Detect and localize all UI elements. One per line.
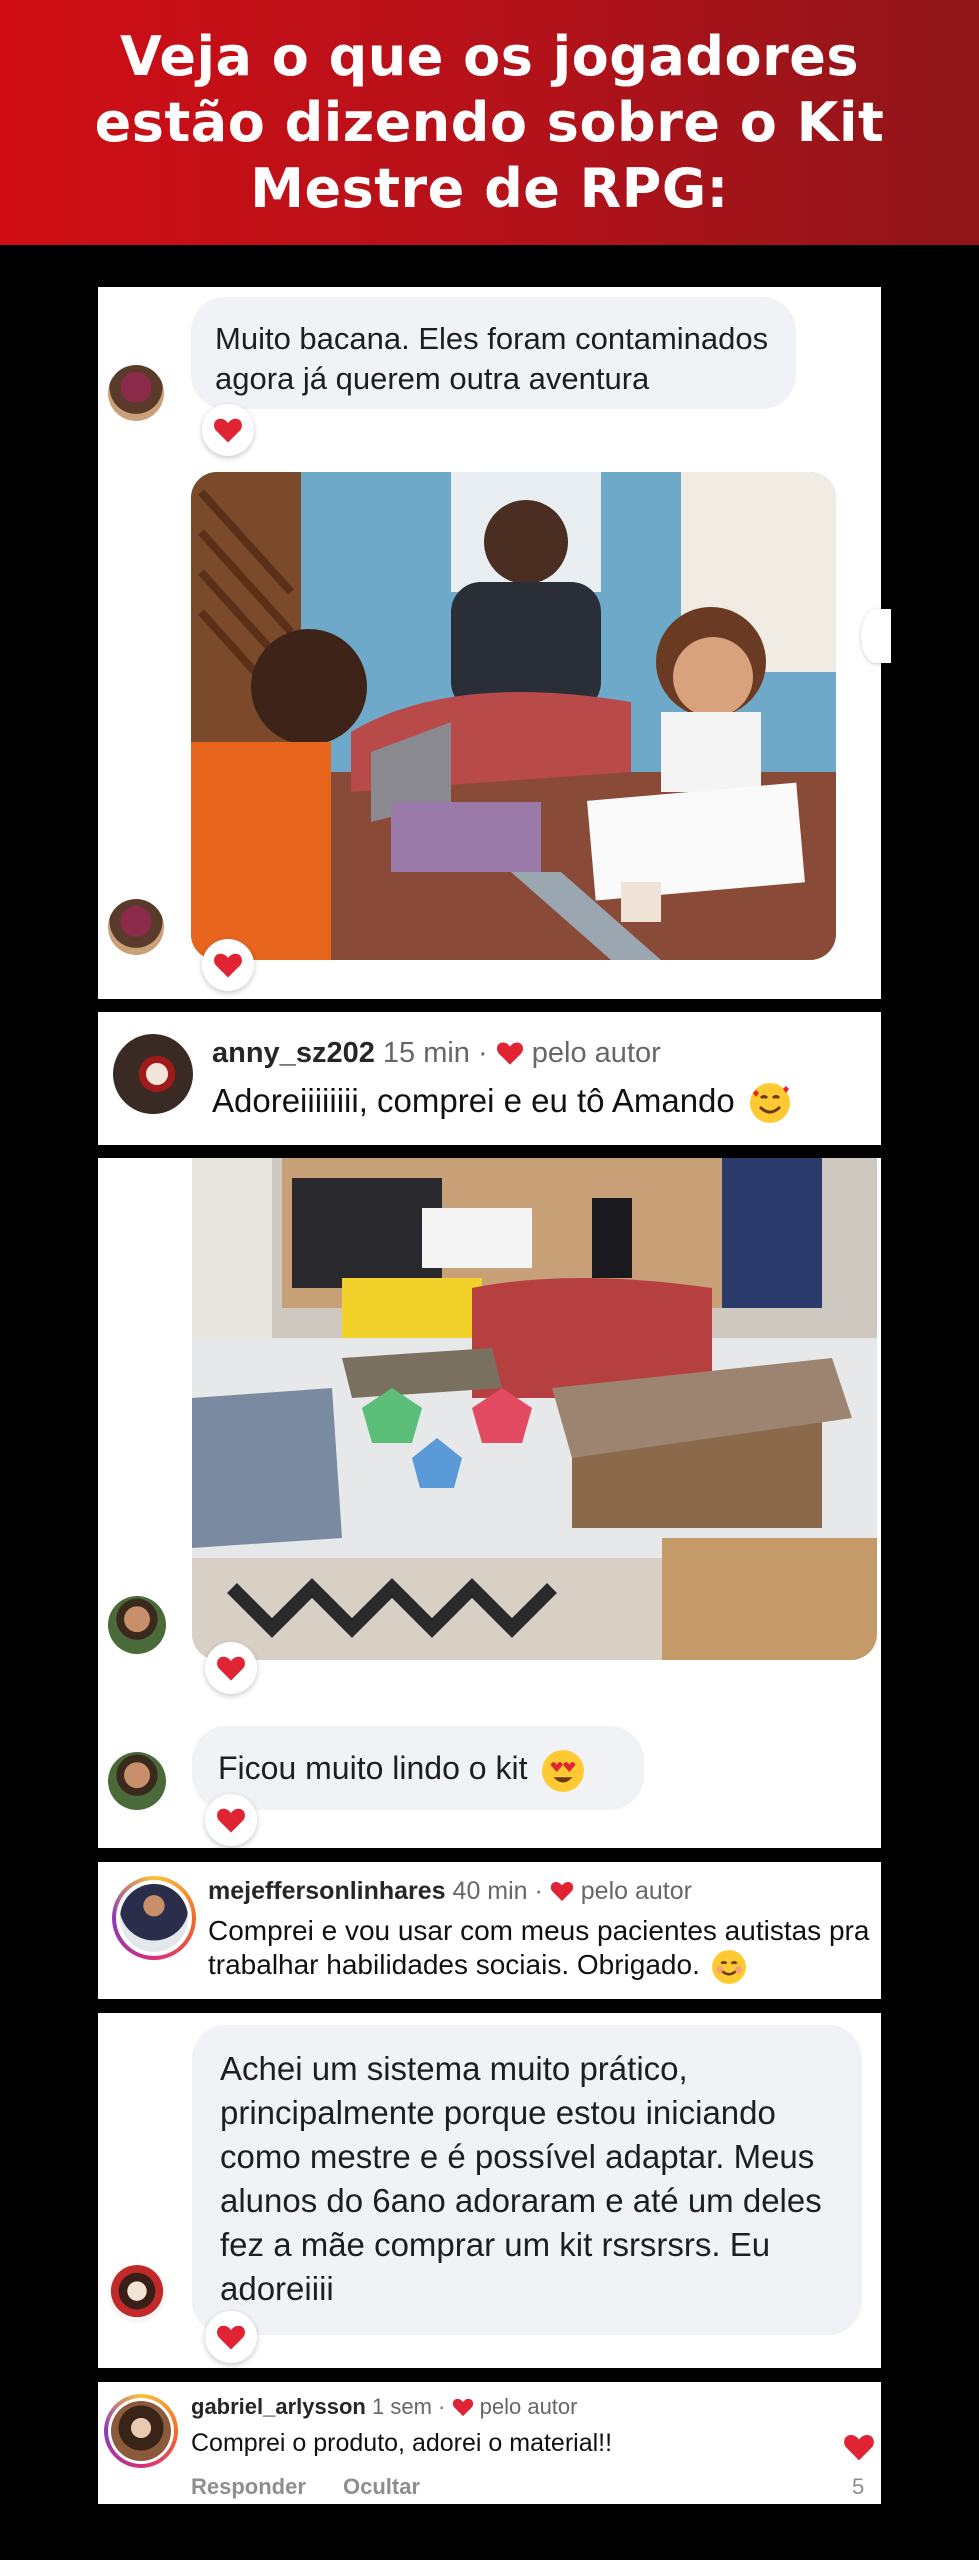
comment-bubble: Achei um sistema muito prático, principa… bbox=[192, 2025, 862, 2335]
heart-icon bbox=[550, 1882, 573, 1901]
photo-illustration bbox=[192, 1158, 877, 1660]
heart-reaction[interactable] bbox=[202, 404, 254, 456]
comment-bubble: Ficou muito lindo o kit bbox=[192, 1726, 644, 1810]
comment-text: Comprei e vou usar com meus pacientes au… bbox=[208, 1915, 870, 1980]
comment-card-4: mejeffersonlinhares 40 min · pelo autor … bbox=[98, 1862, 881, 1999]
comment-card-5: Achei um sistema muito prático, principa… bbox=[98, 2013, 881, 2368]
username[interactable]: gabriel_arlysson bbox=[191, 2394, 366, 2419]
separator: · bbox=[438, 2394, 446, 2419]
heart-reaction[interactable] bbox=[205, 1642, 257, 1694]
heart-icon bbox=[217, 2325, 245, 2350]
rpg-photo-players[interactable] bbox=[191, 472, 836, 960]
comment-text: Ficou muito lindo o kit bbox=[218, 1750, 528, 1786]
liked-by-author: pelo autor bbox=[531, 1037, 661, 1069]
comment-card-1: Muito bacana. Eles foram contaminados ag… bbox=[98, 287, 891, 999]
avatar[interactable] bbox=[104, 2394, 178, 2468]
avatar[interactable] bbox=[108, 1596, 166, 1654]
smiling-face-icon bbox=[711, 1949, 746, 1984]
avatar[interactable] bbox=[113, 1034, 193, 1114]
comment-meta: mejeffersonlinhares 40 min · pelo autor bbox=[208, 1876, 692, 1906]
comment-card-3: Ficou muito lindo o kit bbox=[98, 1158, 881, 1848]
like-count: 5 bbox=[852, 2474, 865, 2499]
comment-body: Adoreiiiiiiii, comprei e eu tô Amando bbox=[212, 1080, 790, 1124]
username[interactable]: mejeffersonlinhares bbox=[208, 1877, 446, 1905]
page-header: Veja o que os jogadores estão dizendo so… bbox=[0, 0, 979, 245]
heart-icon bbox=[496, 1042, 523, 1065]
hide-button[interactable]: Ocultar bbox=[343, 2474, 420, 2500]
separator: · bbox=[478, 1037, 488, 1069]
avatar[interactable] bbox=[112, 1876, 196, 1960]
heart-reaction[interactable] bbox=[205, 2311, 257, 2363]
timestamp: 15 min bbox=[382, 1037, 470, 1069]
comment-bubble: Muito bacana. Eles foram contaminados ag… bbox=[191, 297, 796, 409]
heart-reaction[interactable] bbox=[202, 939, 254, 991]
rpg-photo-table[interactable] bbox=[192, 1158, 877, 1660]
comment-card-2: anny_sz202 15 min · pelo autor Adoreiiii… bbox=[98, 1012, 881, 1145]
comment-text: Muito bacana. Eles foram contaminados ag… bbox=[215, 321, 769, 396]
smiling-face-with-hearts-icon bbox=[749, 1083, 790, 1124]
like-heart-icon[interactable] bbox=[843, 2432, 875, 2462]
liked-by-author: pelo autor bbox=[580, 1877, 692, 1905]
separator: · bbox=[534, 1877, 543, 1905]
timestamp: 40 min bbox=[452, 1877, 528, 1905]
comment-meta: anny_sz202 15 min · pelo autor bbox=[212, 1036, 661, 1070]
heart-reaction[interactable] bbox=[205, 1794, 257, 1846]
comment-text: Achei um sistema muito prático, principa… bbox=[220, 2050, 822, 2307]
avatar[interactable] bbox=[108, 365, 164, 421]
heart-icon bbox=[214, 418, 242, 443]
heart-eyes-icon bbox=[542, 1749, 585, 1792]
heart-icon bbox=[217, 1808, 245, 1833]
timestamp: 1 sem bbox=[372, 2394, 432, 2419]
reply-button[interactable]: Responder bbox=[191, 2474, 306, 2500]
photo-illustration bbox=[191, 472, 836, 960]
avatar[interactable] bbox=[108, 899, 164, 955]
comment-text: Adoreiiiiiiii, comprei e eu tô Amando bbox=[212, 1082, 735, 1119]
liked-by-author: pelo autor bbox=[479, 2394, 578, 2419]
heart-icon bbox=[452, 2398, 473, 2417]
heart-icon bbox=[217, 1656, 245, 1681]
heart-icon bbox=[214, 953, 242, 978]
comment-body: Comprei e vou usar com meus pacientes au… bbox=[208, 1914, 876, 1984]
avatar[interactable] bbox=[108, 1752, 166, 1810]
comment-body: Ficou muito lindo o kit bbox=[218, 1746, 585, 1792]
next-arrow-icon[interactable] bbox=[861, 609, 891, 663]
username[interactable]: anny_sz202 bbox=[212, 1037, 375, 1069]
comment-meta: gabriel_arlysson 1 sem · pelo autor bbox=[191, 2394, 577, 2420]
page-title: Veja o que os jogadores estão dizendo so… bbox=[94, 24, 885, 220]
comment-card-6: gabriel_arlysson 1 sem · pelo autor Comp… bbox=[98, 2382, 881, 2504]
avatar[interactable] bbox=[108, 2265, 166, 2323]
comment-text: Comprei o produto, adorei o material!! bbox=[191, 2429, 613, 2457]
